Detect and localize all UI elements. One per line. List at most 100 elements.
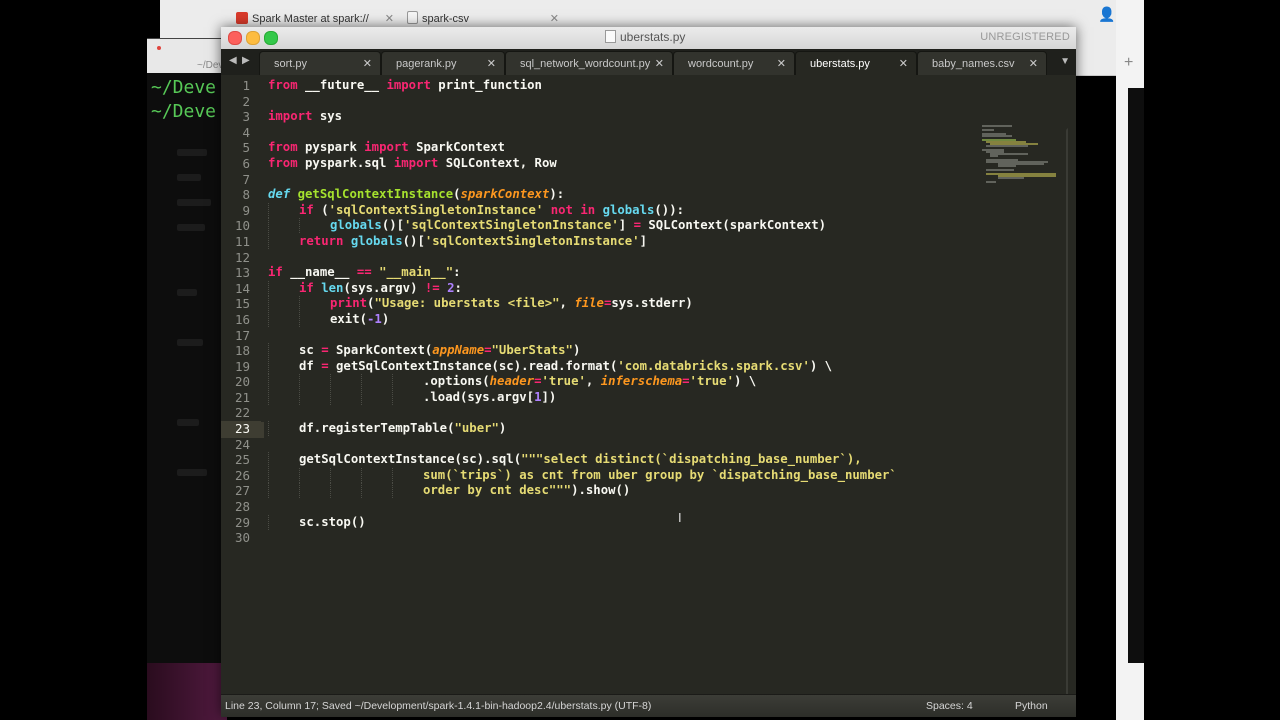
line-number: 24 xyxy=(234,436,250,452)
tab-label: wordcount.py xyxy=(688,58,754,70)
maximize-window-button[interactable] xyxy=(264,31,278,45)
minimap[interactable] xyxy=(980,125,1060,205)
line-number: 10 xyxy=(234,218,250,234)
terminal-text-fragment xyxy=(177,149,207,156)
window-title-text: uberstats.py xyxy=(620,30,686,44)
close-icon[interactable] xyxy=(157,46,161,50)
close-icon[interactable]: ✕ xyxy=(385,9,394,29)
tab-list-dropdown-icon[interactable]: ▼ xyxy=(1060,56,1070,67)
syntax-selector[interactable]: Python xyxy=(1015,695,1048,717)
minimap-line xyxy=(990,155,998,157)
code-line: if len(sys.argv) != 2: xyxy=(268,280,897,297)
line-number: 8 xyxy=(242,187,250,203)
close-icon[interactable]: ✕ xyxy=(550,9,559,29)
code-area[interactable]: from __future__ import print_function im… xyxy=(268,78,897,546)
background-terminal-window: ~/Deve ~/Deve ~/Deve xyxy=(147,38,229,664)
line-number: 12 xyxy=(234,249,250,265)
line-number: 16 xyxy=(234,311,250,327)
terminal-text-fragment xyxy=(177,289,197,296)
close-icon[interactable]: ✕ xyxy=(1029,52,1038,76)
line-number: 26 xyxy=(234,467,250,483)
plus-icon[interactable]: + xyxy=(1124,54,1133,72)
status-bar: Line 23, Column 17; Saved ~/Development/… xyxy=(221,694,1076,717)
close-window-button[interactable] xyxy=(228,31,242,45)
line-number: 17 xyxy=(234,327,250,343)
code-line: def getSqlContextInstance(sparkContext): xyxy=(268,187,565,202)
tab-wordcount-py[interactable]: wordcount.py ✕ xyxy=(673,51,795,75)
terminal-text-fragment xyxy=(177,174,201,181)
terminal-titlebar: ~/Deve xyxy=(147,39,229,73)
close-icon[interactable]: ✕ xyxy=(655,52,664,76)
indentation-selector[interactable]: Spaces: 4 xyxy=(926,695,973,717)
line-number: 15 xyxy=(234,296,250,312)
code-line: return globals()['sqlContextSingletonIns… xyxy=(268,233,897,250)
code-editor[interactable]: 1 2 3 4 5 6 7 8 9 10 11 12 13 14 15 16 17 18 19 20 21 22 23 24 2… xyxy=(221,75,1068,694)
line-number: 11 xyxy=(234,233,250,249)
terminal-text-fragment xyxy=(177,419,199,426)
code-line: if __name__ == "__main__": xyxy=(268,265,461,280)
code-line: import sys xyxy=(268,109,343,124)
window-title: uberstats.py xyxy=(605,30,685,44)
line-number: 5 xyxy=(242,140,250,156)
line-number: 28 xyxy=(234,499,250,515)
terminal-prompt-line: ~/Deve xyxy=(151,101,217,122)
browser-tab-label: Spark Master at spark:// xyxy=(252,13,369,25)
terminal-text-fragment xyxy=(177,469,207,476)
code-line: print("Usage: uberstats <file>", file=sy… xyxy=(268,296,897,312)
close-icon[interactable]: ✕ xyxy=(899,52,908,76)
line-number: 18 xyxy=(234,343,250,359)
tab-label: sql_network_wordcount.py xyxy=(520,58,651,70)
close-icon[interactable]: ✕ xyxy=(777,52,786,76)
code-line: sc = SparkContext(appName="UberStats") xyxy=(268,343,897,359)
line-number-gutter: 1 2 3 4 5 6 7 8 9 10 11 12 13 14 15 16 17 18 19 20 21 22 23 24 2… xyxy=(221,78,261,546)
tab-label: baby_names.csv xyxy=(932,58,1015,70)
line-number: 19 xyxy=(234,358,250,374)
sublime-text-window: uberstats.py UNREGISTERED ◀ ▶ sort.py ✕ p… xyxy=(221,27,1076,717)
code-line: df = getSqlContextInstance(sc).read.form… xyxy=(268,358,897,375)
line-number: 13 xyxy=(234,265,250,281)
vertical-scrollbar[interactable] xyxy=(1066,128,1068,694)
code-line: from pyspark import SparkContext xyxy=(268,140,505,155)
window-titlebar[interactable]: uberstats.py UNREGISTERED xyxy=(221,27,1076,50)
code-line: exit(-1) xyxy=(268,311,897,328)
browser-tab-label: spark-csv xyxy=(422,13,470,25)
minimap-line xyxy=(998,177,1024,179)
close-icon[interactable]: ✕ xyxy=(363,52,372,76)
chevron-left-icon[interactable]: ◀ xyxy=(229,55,237,66)
code-line: if ('sqlContextSingletonInstance' not in… xyxy=(268,202,897,219)
minimap-line xyxy=(998,165,1016,167)
line-number: 14 xyxy=(234,280,250,296)
tab-sort-py[interactable]: sort.py ✕ xyxy=(259,51,381,75)
terminal-text-fragment xyxy=(177,199,211,206)
minimap-line xyxy=(982,135,1012,137)
tab-uberstats-py[interactable]: uberstats.py ✕ xyxy=(795,51,917,75)
terminal-text-fragment xyxy=(177,339,203,346)
tab-baby-names-csv[interactable]: baby_names.csv ✕ xyxy=(917,51,1047,75)
browser-tab-spark-csv[interactable]: spark-csv ✕ xyxy=(407,9,565,29)
code-line: from pyspark.sql import SQLContext, Row xyxy=(268,155,557,170)
code-line: from __future__ import print_function xyxy=(268,78,542,92)
person-icon[interactable]: 👤 xyxy=(1098,6,1115,22)
chevron-right-icon[interactable]: ▶ xyxy=(242,55,250,66)
text-cursor-icon: I xyxy=(678,510,682,525)
line-number: 27 xyxy=(234,483,250,499)
line-number: 7 xyxy=(242,171,250,187)
line-number: 20 xyxy=(234,374,250,390)
minimize-window-button[interactable] xyxy=(246,31,260,45)
line-number: 6 xyxy=(242,155,250,171)
code-line: globals()['sqlContextSingletonInstance']… xyxy=(268,218,897,234)
browser-window-edge: + xyxy=(1116,0,1144,720)
tab-pagerank-py[interactable]: pagerank.py ✕ xyxy=(381,51,505,75)
close-icon[interactable]: ✕ xyxy=(487,52,496,76)
tab-label: pagerank.py xyxy=(396,58,457,70)
code-line: order by cnt desc""").show() xyxy=(268,483,897,499)
tab-sql-network-wordcount-py[interactable]: sql_network_wordcount.py ✕ xyxy=(505,51,673,75)
desktop-wallpaper xyxy=(147,663,227,720)
browser-tab-spark-master[interactable]: Spark Master at spark:// ✕ xyxy=(236,9,400,29)
